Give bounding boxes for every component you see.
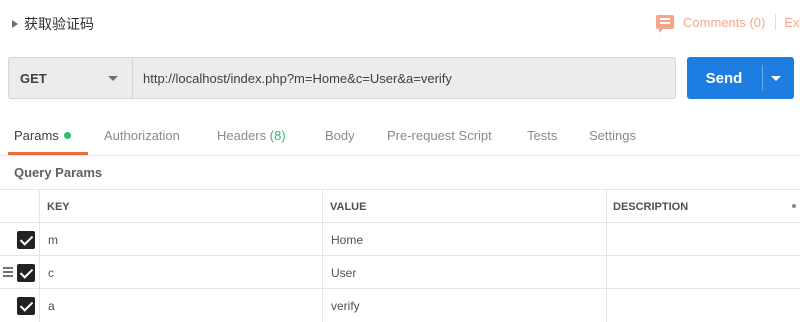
param-value[interactable]: User <box>331 256 356 289</box>
header-divider <box>775 14 777 30</box>
method-value: GET <box>20 70 47 86</box>
tab-params[interactable]: Params <box>14 128 71 143</box>
tab-headers-label: Headers <box>217 128 267 143</box>
request-title: 获取验证码 <box>24 17 94 33</box>
row-checkbox[interactable] <box>17 264 35 282</box>
more-options-icon[interactable] <box>792 204 796 208</box>
request-title-toggle[interactable]: 获取验证码 <box>12 14 94 34</box>
chevron-down-icon <box>108 76 118 81</box>
table-row: m Home <box>0 222 800 255</box>
expand-caret-icon[interactable] <box>12 20 18 28</box>
comments-area: Comments (0) Ex <box>656 14 800 33</box>
param-key[interactable]: c <box>48 256 54 289</box>
comments-link[interactable]: Comments (0) <box>683 15 765 30</box>
param-value[interactable]: verify <box>331 289 360 322</box>
params-active-dot <box>63 132 71 139</box>
param-key[interactable]: m <box>48 223 58 256</box>
tab-params-label: Params <box>14 128 59 143</box>
column-header-key: KEY <box>47 200 70 213</box>
tab-settings[interactable]: Settings <box>589 128 636 143</box>
table-row: a verify <box>0 288 800 321</box>
headers-count: (8) <box>269 128 286 143</box>
param-value[interactable]: Home <box>331 223 363 256</box>
send-label: Send <box>705 69 743 87</box>
examples-link[interactable]: Ex <box>784 15 799 30</box>
active-tab-underline <box>8 152 88 155</box>
query-params-heading: Query Params <box>14 165 103 180</box>
param-key[interactable]: a <box>48 289 55 322</box>
request-header: 获取验证码 Comments (0) Ex <box>0 0 800 48</box>
tab-body[interactable]: Body <box>325 128 355 143</box>
send-button[interactable]: Send <box>687 57 794 99</box>
send-separator <box>762 65 763 91</box>
column-header-value: VALUE <box>330 200 367 213</box>
table-header-row: KEY VALUE DESCRIPTION <box>0 189 800 222</box>
tab-headers[interactable]: Headers (8) <box>217 128 286 143</box>
drag-handle-icon[interactable] <box>3 267 13 277</box>
comment-icon[interactable] <box>656 15 674 33</box>
url-input[interactable]: http://localhost/index.php?m=Home&c=User… <box>132 57 676 99</box>
method-select[interactable]: GET <box>8 57 132 99</box>
row-checkbox[interactable] <box>17 297 35 315</box>
tab-tests[interactable]: Tests <box>527 128 557 143</box>
column-header-description: DESCRIPTION <box>613 200 689 213</box>
send-options-chevron-icon[interactable] <box>771 76 781 81</box>
row-checkbox[interactable] <box>17 231 35 249</box>
tab-pre-request-script[interactable]: Pre-request Script <box>387 128 492 143</box>
tab-authorization[interactable]: Authorization <box>104 128 180 143</box>
url-value: http://localhost/index.php?m=Home&c=User… <box>143 70 452 86</box>
table-row: c User <box>0 255 800 288</box>
request-tabs: Params Authorization Headers (8) Body Pr… <box>0 118 800 156</box>
